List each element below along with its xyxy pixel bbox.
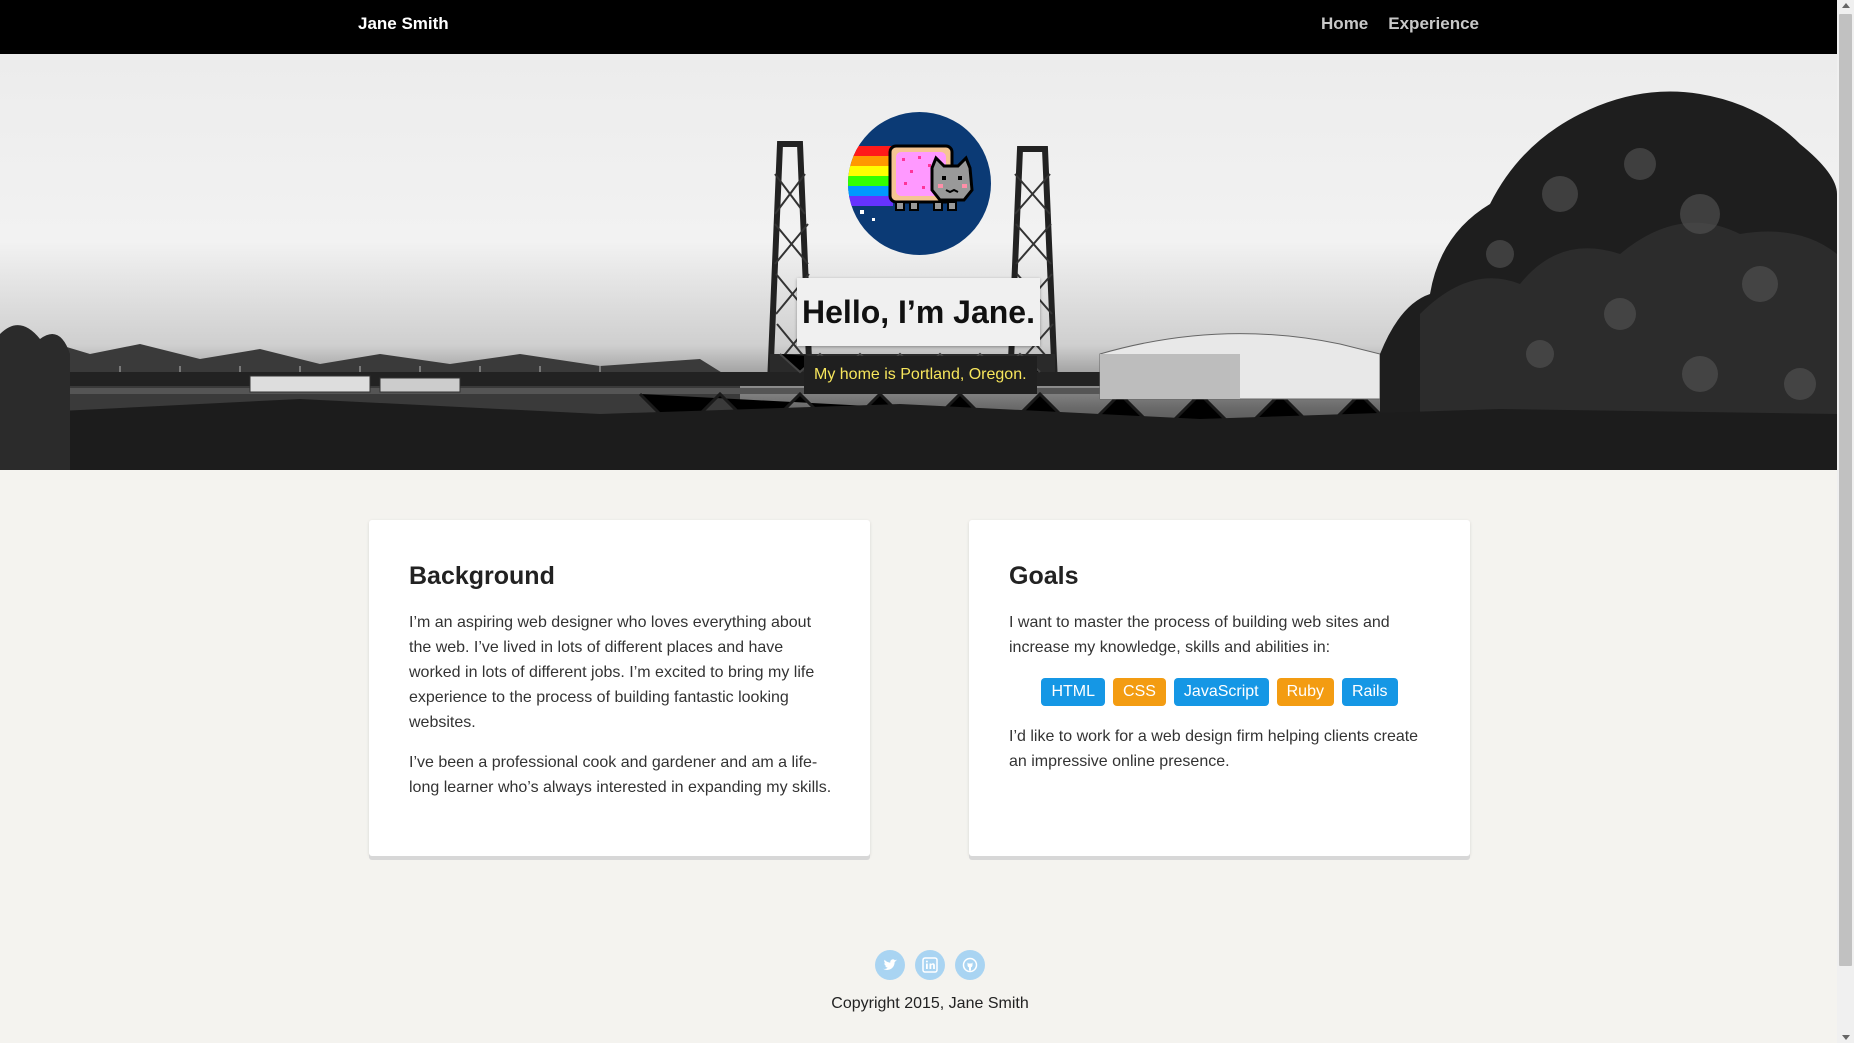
- tag-html[interactable]: HTML: [1041, 678, 1106, 706]
- nav-experience-link[interactable]: Experience: [1388, 14, 1479, 34]
- hero-subheading: My home is Portland, Oregon.: [804, 356, 1037, 394]
- twitter-icon[interactable]: [875, 950, 905, 980]
- tag-javascript[interactable]: JavaScript: [1173, 678, 1269, 706]
- page: Jane Smith Home Experience Hello, I’m Ja…: [0, 0, 1837, 1043]
- avatar: [848, 112, 991, 255]
- copyright: Copyright 2015, Jane Smith: [831, 995, 1029, 1012]
- page-scrollbar[interactable]: [1837, 0, 1854, 1043]
- goals-intro: I want to master the process of building…: [1009, 614, 1390, 656]
- background-paragraph-1: I’m an aspiring web designer who loves e…: [409, 614, 815, 731]
- scroll-up-arrow-icon[interactable]: [1842, 3, 1850, 8]
- goals-title: Goals: [1009, 562, 1079, 590]
- top-nav: Jane Smith Home Experience: [0, 0, 1837, 54]
- social-links: [0, 950, 1854, 980]
- nyan-cat-icon: [848, 144, 974, 221]
- linkedin-icon[interactable]: [915, 950, 945, 980]
- goals-card: Goals I want to master the process of bu…: [969, 520, 1470, 856]
- background-paragraph-2: I’ve been a professional cook and garden…: [409, 754, 832, 796]
- github-icon[interactable]: [955, 950, 985, 980]
- nav-home-link[interactable]: Home: [1321, 14, 1368, 34]
- nav-links: Home Experience: [1321, 14, 1479, 34]
- tag-css[interactable]: CSS: [1113, 678, 1166, 706]
- tag-ruby[interactable]: Ruby: [1276, 678, 1334, 706]
- background-card: Background I’m an aspiring web designer …: [369, 520, 870, 856]
- scroll-thumb[interactable]: [1839, 14, 1852, 966]
- skill-tags: HTML CSS JavaScript Ruby Rails: [969, 678, 1470, 706]
- hero-heading: Hello, I’m Jane.: [797, 278, 1040, 346]
- tag-rails[interactable]: Rails: [1341, 678, 1398, 706]
- scroll-down-arrow-icon[interactable]: [1842, 1035, 1850, 1040]
- goals-outro: I’d like to work for a web design firm h…: [1009, 728, 1419, 770]
- background-title: Background: [409, 562, 555, 590]
- brand-link[interactable]: Jane Smith: [358, 14, 449, 34]
- hero-banner: Hello, I’m Jane. My home is Portland, Or…: [0, 54, 1837, 470]
